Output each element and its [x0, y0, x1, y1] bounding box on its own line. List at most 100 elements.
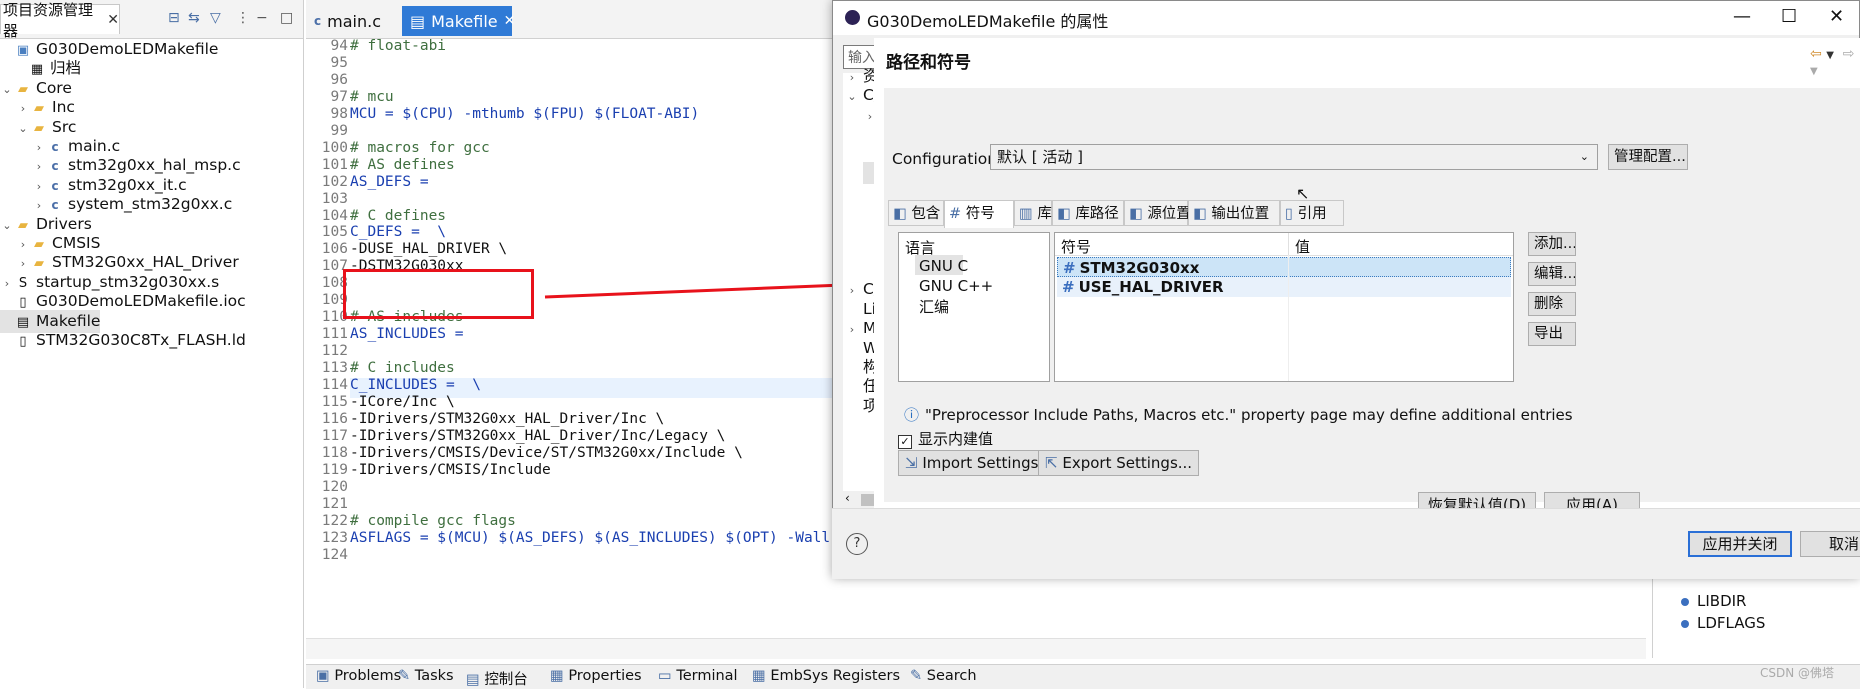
checkbox-checked-icon[interactable]: ✓	[898, 435, 912, 449]
tab-library-path[interactable]: ◧ 库路径	[1052, 200, 1124, 226]
close-icon[interactable]: ✕	[107, 12, 119, 28]
tab-makefile[interactable]: ▤ Makefile ✕	[402, 6, 515, 36]
hash-icon: #	[1062, 278, 1075, 296]
tree-item[interactable]: ▯ STM32G030C8Tx_FLASH.ld	[0, 329, 246, 352]
dialog-title: G030DemoLEDMakefile 的属性	[867, 12, 1109, 31]
import-icon: ⇲	[905, 454, 918, 472]
tab-library[interactable]: ▥ 库	[1014, 200, 1052, 226]
symbol-row[interactable]: # STM32G030xx	[1057, 257, 1511, 277]
dialog-titlebar: G030DemoLEDMakefile 的属性 — ☐ ✕	[833, 1, 1859, 35]
tab-label: 引用	[1297, 206, 1327, 222]
export-settings-button[interactable]: ⇱ Export Settings...	[1038, 450, 1200, 476]
symbol-table[interactable]: 符号 值 # STM32G030xx # USE_HAL_DRIVER	[1054, 232, 1514, 382]
code-line: 124	[306, 545, 350, 565]
value-column-header[interactable]: 值	[1295, 236, 1310, 257]
maximize-icon[interactable]: □	[280, 10, 293, 26]
page-title: 路径和符号	[886, 53, 971, 73]
code-text: AS_DEFS =	[350, 173, 429, 190]
help-icon[interactable]: ?	[846, 533, 868, 555]
link-editor-icon[interactable]: ⇆	[188, 10, 200, 26]
language-item[interactable]: GNU C	[919, 257, 968, 275]
import-settings-button[interactable]: ⇲ Import Settings...	[898, 450, 1060, 476]
outline-item[interactable]: LIBDIR	[1681, 592, 1746, 610]
back-icon[interactable]: ⇦	[1810, 46, 1822, 62]
bottom-tab[interactable]: ▦ EmbSys Registers	[752, 668, 900, 684]
symbol-name: USE_HAL_DRIVER	[1078, 278, 1224, 296]
symbol-table-header: 符号 值	[1055, 233, 1513, 256]
add-button[interactable]: 添加...	[1528, 232, 1576, 256]
edit-button[interactable]: 编辑...	[1528, 262, 1576, 286]
hash-icon: #	[949, 206, 966, 222]
symbol-column-header[interactable]: 符号	[1061, 236, 1091, 257]
tree-item-label: CMSIS	[52, 234, 101, 252]
bottom-tab[interactable]: ▭ Terminal	[658, 668, 738, 684]
info-message: ⓘ "Preprocessor Include Paths, Macros etc…	[904, 404, 1573, 425]
tab-label: 包含	[911, 206, 941, 222]
bottom-tab[interactable]: ▦ Properties	[550, 668, 642, 684]
code-line: 98 MCU = $(CPU) -mthumb $(FPU) $(FLOAT-AB…	[306, 104, 700, 124]
dialog-footer: ? 应用并关闭 取消	[832, 508, 1860, 579]
apply-and-close-button[interactable]: 应用并关闭	[1688, 531, 1792, 557]
line-number: 124	[321, 546, 348, 563]
tree-item-label: stm32g0xx_hal_msp.c	[68, 156, 241, 175]
editor-horizontal-scrollbar[interactable]	[306, 638, 1646, 659]
tab-label: Makefile	[431, 11, 498, 31]
tab-hash[interactable]: # 符号	[944, 200, 1014, 228]
maximize-icon[interactable]: ☐	[1781, 6, 1797, 27]
show-builtin-checkbox[interactable]: ✓ 显示内建值	[898, 428, 993, 449]
configuration-select[interactable]: 默认 [ 活动 ] ⌄	[990, 144, 1598, 170]
delete-button[interactable]: 删除	[1528, 292, 1576, 316]
tab-main-c[interactable]: c main.c	[306, 6, 398, 36]
tree-item-label: G030DemoLEDMakefile.ioc	[36, 292, 246, 311]
minimize-icon[interactable]: —	[1733, 6, 1751, 27]
scroll-left-icon[interactable]: ‹	[845, 491, 850, 505]
tab-source-location[interactable]: ◧ 源位置	[1124, 200, 1191, 226]
export-button[interactable]: 导出	[1528, 322, 1576, 346]
close-icon[interactable]: ✕	[1829, 6, 1844, 27]
tree-item-label: STM32G030C8Tx_FLASH.ld	[36, 331, 246, 349]
bottom-tab-label: 控制台	[484, 672, 528, 688]
chevron-down-icon[interactable]: ⌄	[0, 78, 14, 101]
bottom-tab-label: Problems	[334, 668, 402, 684]
bottom-tab[interactable]: ▤ 控制台	[466, 668, 528, 689]
tab-include[interactable]: ◧ 包含	[888, 200, 944, 226]
column-divider	[1288, 233, 1289, 255]
view-menu-icon[interactable]: ⋮	[236, 10, 250, 26]
chevron-down-icon[interactable]: ⌄	[0, 214, 14, 237]
tab-reference[interactable]: ▯ 引用	[1280, 200, 1344, 226]
bottom-tab[interactable]: ✎ Tasks	[398, 668, 454, 684]
outline-panel: LIBDIR LDFLAGS	[1652, 578, 1860, 658]
tab-label: 库	[1037, 206, 1052, 222]
minimize-icon[interactable]: −	[256, 10, 268, 26]
tree-item-label: system_stm32g0xx.c	[68, 195, 233, 214]
outline-item-label: LDFLAGS	[1697, 614, 1766, 632]
tree-item-label: 归档	[50, 59, 82, 78]
chevron-down-icon[interactable]: ▼	[1826, 50, 1834, 61]
filter-icon[interactable]: ▽	[210, 10, 221, 26]
forward-icon[interactable]: ⇨	[1843, 46, 1855, 62]
problems-icon: ▣	[316, 668, 335, 684]
terminal-icon: ▭	[658, 668, 677, 684]
tab-output-location[interactable]: ◧ 输出位置	[1188, 200, 1280, 226]
tab-label: main.c	[327, 11, 381, 31]
chevron-down-icon[interactable]: ⌄	[16, 117, 30, 140]
configuration-label: Configuration:	[892, 150, 1003, 168]
chevron-down-icon[interactable]: ▼	[1810, 66, 1818, 77]
close-icon[interactable]: ✕	[504, 13, 516, 29]
language-list[interactable]: 语言 GNU C GNU C++ 汇编	[898, 232, 1050, 382]
bottom-tab[interactable]: ▣ Problems	[316, 668, 401, 684]
cancel-button[interactable]: 取消	[1800, 531, 1860, 557]
language-item[interactable]: GNU C++	[919, 277, 993, 295]
language-item[interactable]: 汇编	[919, 296, 949, 317]
chevron-down-icon[interactable]: ⌄	[845, 86, 859, 108]
bottom-tab-label: Tasks	[414, 668, 454, 684]
outline-item[interactable]: LDFLAGS	[1681, 614, 1765, 632]
collapse-all-icon[interactable]: ⊟	[168, 10, 180, 26]
bottom-tab[interactable]: ✎ Search	[910, 668, 977, 684]
dialog-footer-bar: ? 应用并关闭 取消	[832, 508, 1860, 579]
symbol-row[interactable]: # USE_HAL_DRIVER	[1057, 277, 1511, 297]
tasks-icon: ✎	[398, 668, 415, 684]
manage-config-button[interactable]: 管理配置...	[1608, 144, 1688, 170]
explorer-tab[interactable]: 项目资源管理器 ✕	[0, 1, 120, 40]
info-icon: ⓘ	[904, 406, 920, 424]
